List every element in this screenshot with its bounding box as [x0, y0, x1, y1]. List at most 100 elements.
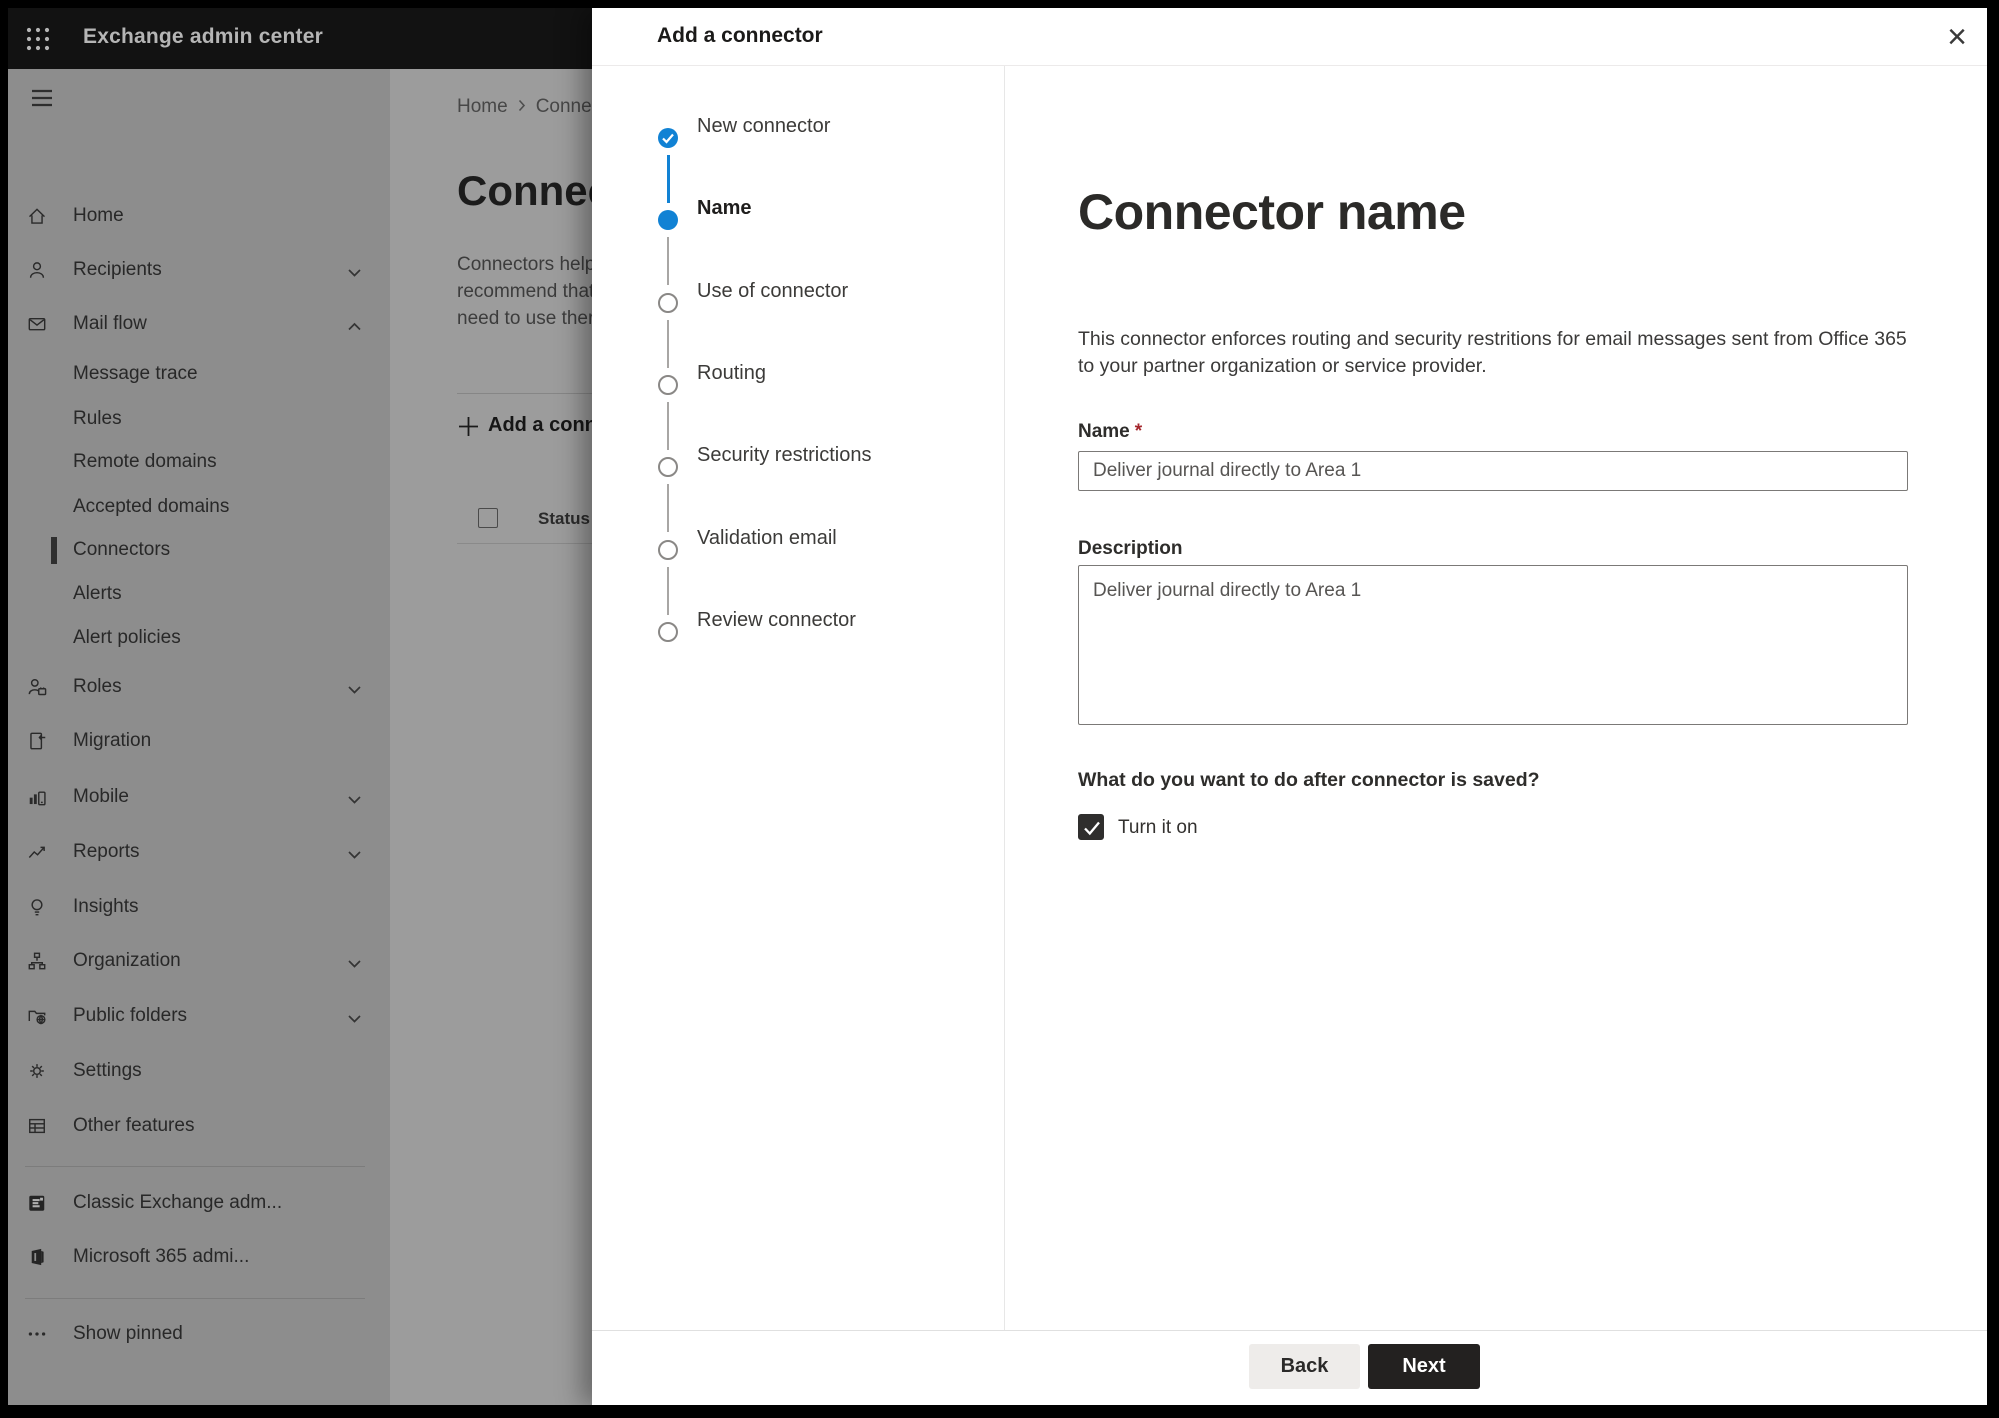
step-circle-upcoming	[658, 375, 678, 395]
step-security-restrictions[interactable]: Security restrictions	[697, 444, 872, 467]
step-routing[interactable]: Routing	[697, 362, 766, 385]
sidebar-item-home[interactable]: Home	[8, 196, 390, 236]
step-review-connector[interactable]: Review connector	[697, 609, 856, 632]
chevron-down-icon	[347, 265, 362, 277]
sidebar-item-recipients[interactable]: Recipients	[8, 250, 390, 290]
status-column-header[interactable]: Status	[538, 509, 590, 529]
step-connector-line	[666, 155, 670, 203]
sidebar-item-label: Accepted domains	[73, 496, 230, 517]
page-title: Connec	[457, 167, 612, 214]
sidebar-item-label: Organization	[73, 950, 181, 971]
sidebar-item-reports[interactable]: Reports	[8, 832, 390, 872]
sidebar-item-label: Rules	[73, 408, 122, 429]
sidebar-divider	[25, 1166, 365, 1167]
sidebar-item-label: Classic Exchange adm...	[73, 1192, 283, 1213]
step-circle-upcoming	[658, 540, 678, 560]
step-use-of-connector[interactable]: Use of connector	[697, 280, 848, 303]
sidebar-item-remote-domains[interactable]: Remote domains	[8, 442, 390, 482]
sidebar-item-label: Alerts	[73, 583, 122, 604]
panel-header: Add a connector	[592, 8, 1987, 66]
sidebar-item-rules[interactable]: Rules	[8, 399, 390, 439]
public-folder-globe-icon	[26, 1005, 48, 1027]
lightbulb-icon	[26, 896, 48, 918]
step-circle-completed	[658, 128, 678, 148]
sidebar-item-label: Microsoft 365 admi...	[73, 1246, 250, 1267]
sidebar-item-label: Alert policies	[73, 627, 181, 648]
selected-indicator	[51, 537, 57, 564]
panel-title: Add a connector	[657, 24, 823, 47]
sidebar-item-message-trace[interactable]: Message trace	[8, 354, 390, 394]
breadcrumb-home[interactable]: Home	[457, 96, 508, 117]
chevron-down-icon	[347, 847, 362, 859]
microsoft-365-logo-icon	[26, 1246, 48, 1268]
sidebar-item-label: Mobile	[73, 786, 129, 807]
reports-chart-icon	[26, 841, 48, 863]
sidebar-item-other-features[interactable]: Other features	[8, 1106, 390, 1146]
name-label-text: Name	[1078, 421, 1130, 442]
select-all-checkbox[interactable]	[478, 508, 498, 528]
sidebar-item-connectors[interactable]: Connectors	[8, 530, 390, 570]
app-title: Exchange admin center	[83, 25, 323, 48]
home-icon	[26, 205, 48, 227]
sidebar-item-public-folders[interactable]: Public folders	[8, 996, 390, 1036]
required-asterisk: *	[1134, 421, 1143, 442]
table-grid-icon	[26, 1115, 48, 1137]
sidebar-item-mail-flow[interactable]: Mail flow	[8, 304, 390, 344]
description-field-label: Description	[1078, 538, 1183, 559]
sidebar-item-organization[interactable]: Organization	[8, 941, 390, 981]
step-heading: Connector name	[1078, 184, 1466, 240]
sidebar-item-roles[interactable]: Roles	[8, 667, 390, 707]
sidebar-item-label: Message trace	[73, 363, 198, 384]
chevron-right-icon	[518, 96, 526, 112]
page-description-line: recommend that	[457, 281, 595, 302]
chevron-down-icon	[347, 1011, 362, 1023]
turn-it-on-checkbox[interactable]	[1078, 814, 1104, 840]
step-connector-line	[667, 237, 669, 285]
page-description-line: Connectors help	[457, 254, 596, 275]
step-new-connector[interactable]: New connector	[697, 115, 830, 138]
sidebar-item-mobile[interactable]: Mobile	[8, 777, 390, 817]
step-connector-line	[667, 402, 669, 450]
sidebar-item-accepted-domains[interactable]: Accepted domains	[8, 487, 390, 527]
sidebar-item-label: Connectors	[73, 539, 171, 560]
sidebar-item-settings[interactable]: Settings	[8, 1051, 390, 1091]
person-icon	[26, 259, 48, 281]
connector-description-textarea[interactable]: Deliver journal directly to Area 1	[1078, 565, 1908, 725]
app-launcher-waffle-icon[interactable]	[25, 26, 51, 52]
classic-exchange-logo-icon	[26, 1192, 48, 1214]
hamburger-menu-icon[interactable]	[31, 89, 53, 107]
sidebar-item-alert-policies[interactable]: Alert policies	[8, 618, 390, 658]
sidebar-item-label: Show pinned	[73, 1323, 183, 1344]
migration-document-icon	[26, 730, 48, 752]
back-button[interactable]: Back	[1249, 1344, 1360, 1389]
next-button[interactable]: Next	[1368, 1344, 1480, 1389]
step-description: This connector enforces routing and secu…	[1078, 328, 1907, 377]
sidebar-item-migration[interactable]: Migration	[8, 721, 390, 761]
step-circle-upcoming	[658, 293, 678, 313]
breadcrumb-current: Conne	[535, 96, 592, 117]
sidebar-item-m365-admin[interactable]: Microsoft 365 admi...	[8, 1237, 390, 1277]
step-connector-line	[667, 567, 669, 615]
chevron-down-icon	[347, 682, 362, 694]
step-connector-line	[667, 320, 669, 368]
sidebar-item-alerts[interactable]: Alerts	[8, 574, 390, 614]
connector-name-input[interactable]	[1078, 451, 1908, 491]
step-name[interactable]: Name	[697, 197, 751, 220]
after-save-question: What do you want to do after connector i…	[1078, 769, 1540, 791]
panel-footer: Back Next	[592, 1330, 1987, 1405]
sidebar-item-insights[interactable]: Insights	[8, 887, 390, 927]
add-connector-panel: Add a connector × New connector Name Use…	[592, 8, 1987, 1405]
sidebar-item-classic-exchange[interactable]: Classic Exchange adm...	[8, 1183, 390, 1223]
sidebar-item-show-pinned[interactable]: Show pinned	[8, 1314, 390, 1354]
sidebar-item-label: Home	[73, 205, 124, 226]
sidebar-item-label: Public folders	[73, 1005, 188, 1026]
roles-person-badge-icon	[26, 676, 48, 698]
breadcrumb: Home Conne	[457, 96, 592, 118]
sidebar-item-label: Roles	[73, 676, 122, 697]
mail-icon	[26, 313, 48, 335]
step-validation-email[interactable]: Validation email	[697, 527, 837, 550]
sidebar-item-label: Migration	[73, 730, 152, 751]
close-icon[interactable]: ×	[1936, 16, 1978, 58]
screen: Exchange admin center Home Recipients Ma…	[8, 8, 1987, 1405]
org-chart-icon	[26, 950, 48, 972]
